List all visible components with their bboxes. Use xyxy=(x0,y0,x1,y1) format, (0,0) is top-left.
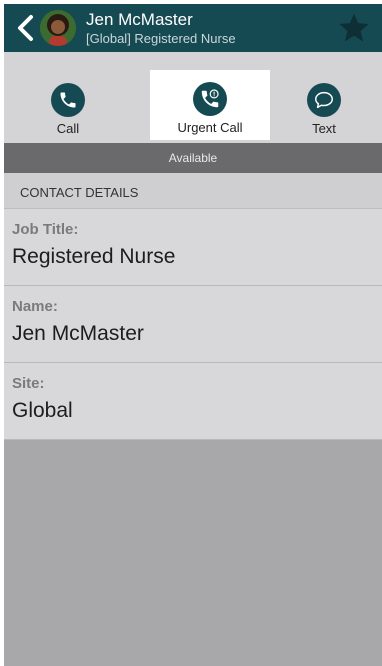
call-button[interactable]: Call xyxy=(28,52,108,143)
section-title: CONTACT DETAILS xyxy=(20,185,139,200)
urgent-call-icon-circle xyxy=(193,82,227,116)
app-header: Jen McMaster [Global] Registered Nurse xyxy=(4,4,382,52)
job-title-label: Job Title: xyxy=(12,221,79,238)
favorite-button[interactable] xyxy=(336,10,372,46)
contact-subtitle: [Global] Registered Nurse xyxy=(86,31,236,46)
text-label: Text xyxy=(312,121,336,136)
text-icon-circle xyxy=(307,83,341,117)
action-bar: Call Urgent Call Text xyxy=(4,52,382,143)
detail-row-site: Site: Global xyxy=(4,363,382,440)
site-label: Site: xyxy=(12,375,45,392)
avatar[interactable] xyxy=(40,10,76,46)
star-icon xyxy=(339,13,369,42)
chat-bubble-icon xyxy=(315,91,333,109)
contact-name: Jen McMaster xyxy=(86,10,193,29)
detail-row-job-title: Job Title: Registered Nurse xyxy=(4,209,382,286)
job-title-value: Registered Nurse xyxy=(12,245,176,268)
contact-details-header: CONTACT DETAILS xyxy=(4,173,382,209)
avatar-photo xyxy=(40,10,76,46)
urgent-call-button[interactable]: Urgent Call xyxy=(150,70,270,140)
chevron-left-icon xyxy=(18,15,33,41)
name-value: Jen McMaster xyxy=(12,322,144,345)
detail-row-name: Name: Jen McMaster xyxy=(4,286,382,363)
call-label: Call xyxy=(56,121,80,136)
phone-icon xyxy=(60,92,76,108)
availability-status: Available xyxy=(4,143,382,173)
name-label: Name: xyxy=(12,298,58,315)
contact-screen: Jen McMaster [Global] Registered Nurse C… xyxy=(4,4,382,666)
urgent-call-label: Urgent Call xyxy=(177,120,243,135)
text-button[interactable]: Text xyxy=(284,52,364,143)
site-value: Global xyxy=(12,399,73,422)
back-button[interactable] xyxy=(12,10,38,46)
urgent-phone-icon xyxy=(201,89,219,108)
call-icon-circle xyxy=(51,83,85,117)
